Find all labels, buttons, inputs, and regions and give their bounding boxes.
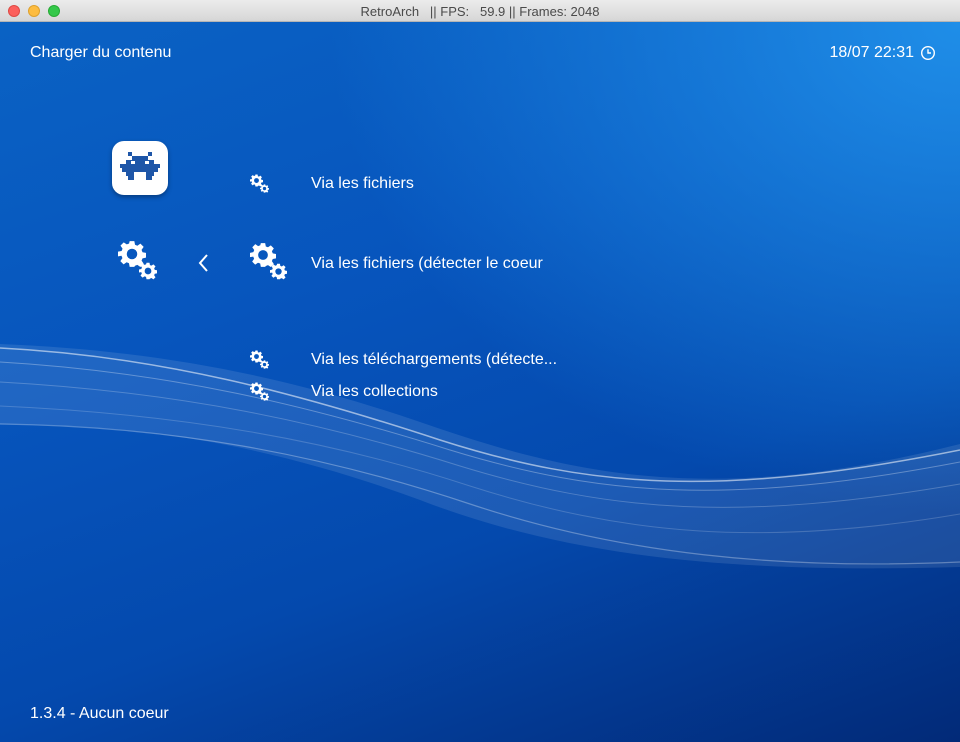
title-bar: RetroArch || FPS: 59.9 || Frames: 2048 [0, 0, 960, 22]
gears-icon [250, 243, 287, 280]
gears-icon[interactable] [118, 240, 160, 282]
gears-icon [250, 350, 269, 369]
date-time: 18/07 22:31 [829, 44, 914, 61]
gears-icon [250, 382, 269, 401]
status-footer: 1.3.4 - Aucun coeur [30, 705, 169, 722]
chevron-left-icon[interactable] [196, 251, 212, 275]
background-wave [0, 344, 960, 569]
menu-item-label: Via les téléchargements (détecte... [311, 351, 558, 368]
menu-screen: Charger du contenu 18/07 22:31 Via les f… [0, 22, 960, 742]
menu-item-label: Via les fichiers [311, 175, 414, 192]
app-window: RetroArch || FPS: 59.9 || Frames: 2048 C… [0, 0, 960, 742]
retroarch-logo-icon[interactable] [112, 141, 168, 195]
space-invader-icon [120, 152, 160, 180]
clock-icon [920, 45, 936, 61]
page-title: Charger du contenu [30, 44, 172, 61]
menu-item-label: Via les collections [311, 383, 438, 400]
menu-item-label: Via les fichiers (détecter le coeur [311, 255, 543, 272]
gears-icon [250, 174, 269, 193]
window-title: RetroArch || FPS: 59.9 || Frames: 2048 [360, 4, 600, 19]
